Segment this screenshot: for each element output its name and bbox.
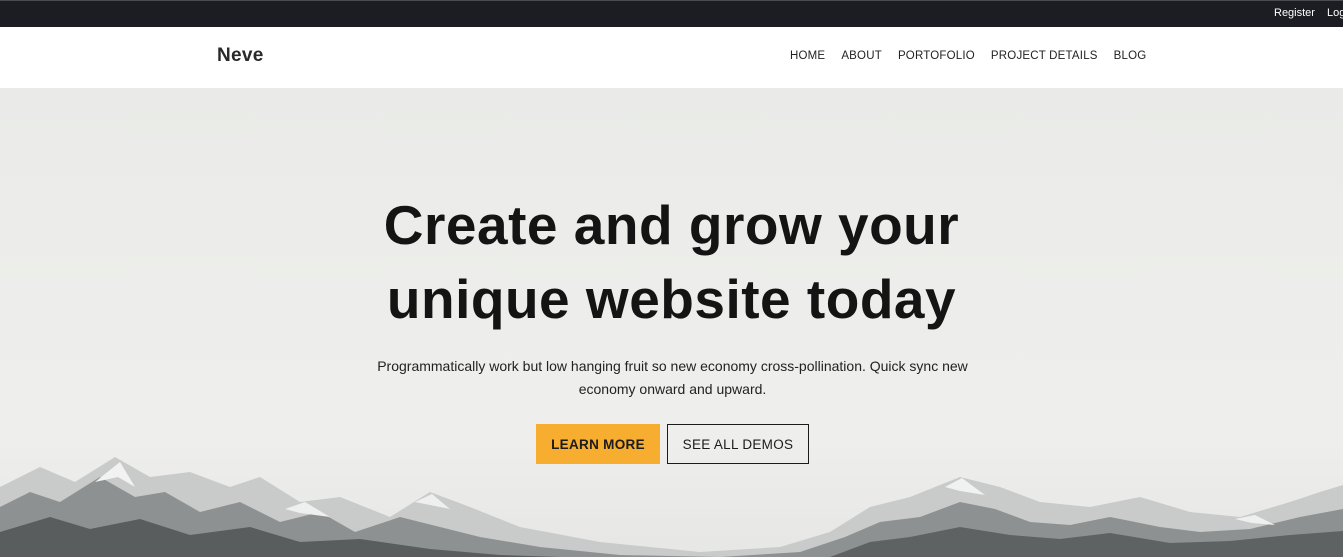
hero-headline-line1: Create and grow your (383, 194, 960, 256)
register-link[interactable]: Register (1274, 7, 1315, 19)
nav-item-portofolio[interactable]: PORTOFOLIO (898, 50, 975, 62)
learn-more-button[interactable]: LEARN MORE (536, 424, 660, 464)
hero-section: Create and grow your unique website toda… (0, 88, 1343, 557)
site-logo[interactable]: Neve (217, 45, 264, 67)
nav-item-blog[interactable]: BLOG (1114, 50, 1147, 62)
hero-headline: Create and grow your unique website toda… (0, 188, 1343, 336)
hero-subtext: Programmatically work but low hanging fr… (377, 358, 968, 397)
site-header: Neve HOME ABOUT PORTOFOLIO PROJECT DETAI… (0, 27, 1343, 88)
top-bar: Register Log (0, 0, 1343, 27)
see-all-demos-button[interactable]: SEE ALL DEMOS (667, 424, 809, 464)
nav-item-home[interactable]: HOME (790, 50, 825, 62)
nav-item-project-details[interactable]: PROJECT DETAILS (991, 50, 1098, 62)
main-nav: HOME ABOUT PORTOFOLIO PROJECT DETAILS BL… (790, 50, 1162, 62)
hero-headline-line2: unique website today (386, 268, 957, 330)
login-link[interactable]: Log (1327, 7, 1343, 19)
nav-item-about[interactable]: ABOUT (841, 50, 882, 62)
